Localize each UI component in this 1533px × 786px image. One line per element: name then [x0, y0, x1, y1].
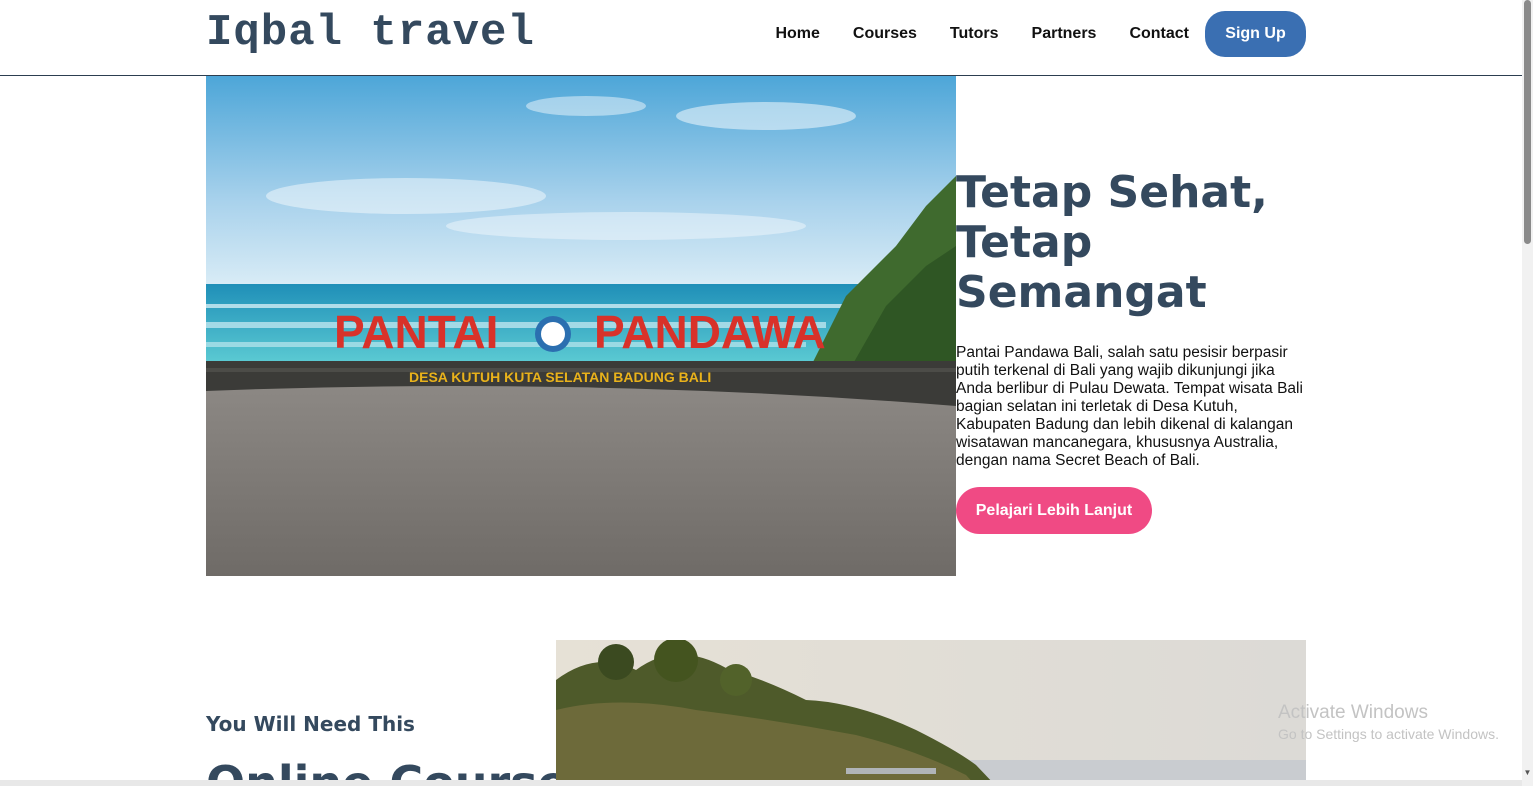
cliff-photo [556, 640, 1306, 786]
nav-partners-link[interactable]: Partners [1032, 25, 1097, 43]
section-subtitle: You Will Need This [206, 712, 415, 736]
brand-logo[interactable]: Iqbal travel [206, 8, 535, 58]
hero-description: Pantai Pandawa Bali, salah satu pesisir … [956, 344, 1303, 469]
nav-tutors-link[interactable]: Tutors [950, 25, 999, 43]
horizontal-scrollbar[interactable] [0, 780, 1522, 786]
hero-text-block: Tetap Sehat, Tetap Semangat Pantai Panda… [956, 168, 1308, 534]
hero-title: Tetap Sehat, Tetap Semangat [956, 167, 1268, 318]
watermark-title: Activate Windows [1278, 702, 1428, 723]
nav-links: Home Courses Tutors Partners Contact Sig… [775, 11, 1306, 57]
sign-up-button[interactable]: Sign Up [1205, 11, 1306, 57]
hero-image-pantai-pandawa: PANTAI PANDAWA DESA KUTUH KUTA SELATAN B… [206, 76, 956, 576]
sign-text-left: PANTAI [334, 306, 498, 358]
watermark-subtitle: Go to Settings to activate Windows. [1278, 726, 1499, 742]
nav-courses-link[interactable]: Courses [853, 25, 917, 43]
nav-contact-link[interactable]: Contact [1129, 25, 1189, 43]
sign-text-right: PANDAWA [594, 306, 826, 358]
vertical-scrollbar[interactable]: ▼ [1522, 0, 1533, 786]
scroll-down-arrow-icon[interactable]: ▼ [1523, 768, 1532, 777]
windows-activation-watermark: Activate Windows Go to Settings to activ… [1278, 702, 1499, 742]
navbar: Iqbal travel Home Courses Tutors Partner… [0, 0, 1522, 76]
scrollbar-thumb[interactable] [1524, 0, 1531, 244]
sign-subtext: DESA KUTUH KUTA SELATAN BADUNG BALI [409, 369, 711, 385]
nav-home-link[interactable]: Home [775, 25, 819, 43]
learn-more-button[interactable]: Pelajari Lebih Lanjut [956, 487, 1152, 534]
section-image-cliff [556, 640, 1306, 786]
hero-photo: PANTAI PANDAWA DESA KUTUH KUTA SELATAN B… [206, 76, 956, 576]
